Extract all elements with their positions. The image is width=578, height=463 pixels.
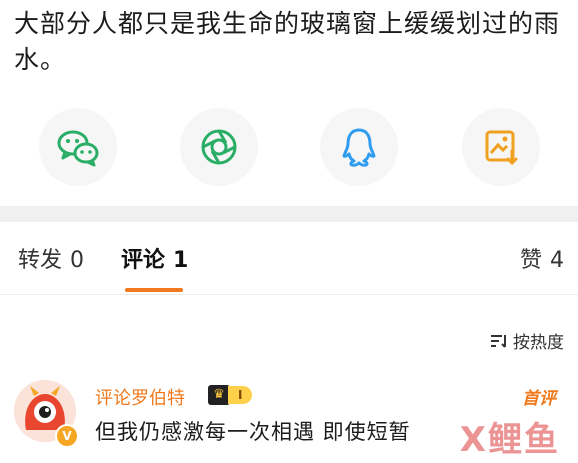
interaction-tabs: 转发 0 评论 1 赞4 xyxy=(0,222,578,295)
post-text: 大部分人都只是我生命的玻璃窗上缓缓划过的雨水。 xyxy=(14,9,561,74)
tab-like[interactable]: 赞4 xyxy=(520,246,564,276)
verified-badge-icon: V xyxy=(55,424,79,448)
tab-like-label: 赞 xyxy=(519,248,542,273)
first-comment-tag: 首评 xyxy=(522,389,556,409)
comment-username[interactable]: 评论罗伯特 xyxy=(95,384,185,410)
share-wechat-button[interactable] xyxy=(39,108,117,186)
watermark-logo: X鲤鱼 xyxy=(459,420,560,460)
sort-label: 按热度 xyxy=(513,333,564,353)
tab-comment-count: 1 xyxy=(173,248,189,273)
section-divider xyxy=(0,206,578,222)
active-tab-indicator xyxy=(125,288,183,292)
tab-like-count: 4 xyxy=(550,248,564,273)
tab-repost-count: 0 xyxy=(70,248,85,273)
share-moments-button[interactable] xyxy=(180,108,258,186)
sort-icon xyxy=(491,334,506,348)
save-image-button[interactable] xyxy=(462,108,540,186)
qq-icon xyxy=(342,128,376,167)
crown-icon: ♛ xyxy=(208,385,230,405)
sort-toggle[interactable]: 按热度 xyxy=(489,328,564,353)
comment-text: 但我仍感激每一次相遇 即使短暂 xyxy=(95,420,411,444)
member-level: I xyxy=(228,386,253,404)
share-row xyxy=(0,108,578,186)
tab-repost[interactable]: 转发 0 xyxy=(18,246,84,276)
moments-icon xyxy=(201,129,237,165)
save-image-icon xyxy=(485,130,518,166)
tab-comment[interactable]: 评论 1 xyxy=(121,246,188,276)
wechat-icon xyxy=(57,130,99,167)
tab-comment-label: 评论 xyxy=(121,248,166,273)
member-badge: ♛ I xyxy=(208,384,253,406)
tab-repost-label: 转发 xyxy=(18,248,63,273)
share-qq-button[interactable] xyxy=(320,108,398,186)
